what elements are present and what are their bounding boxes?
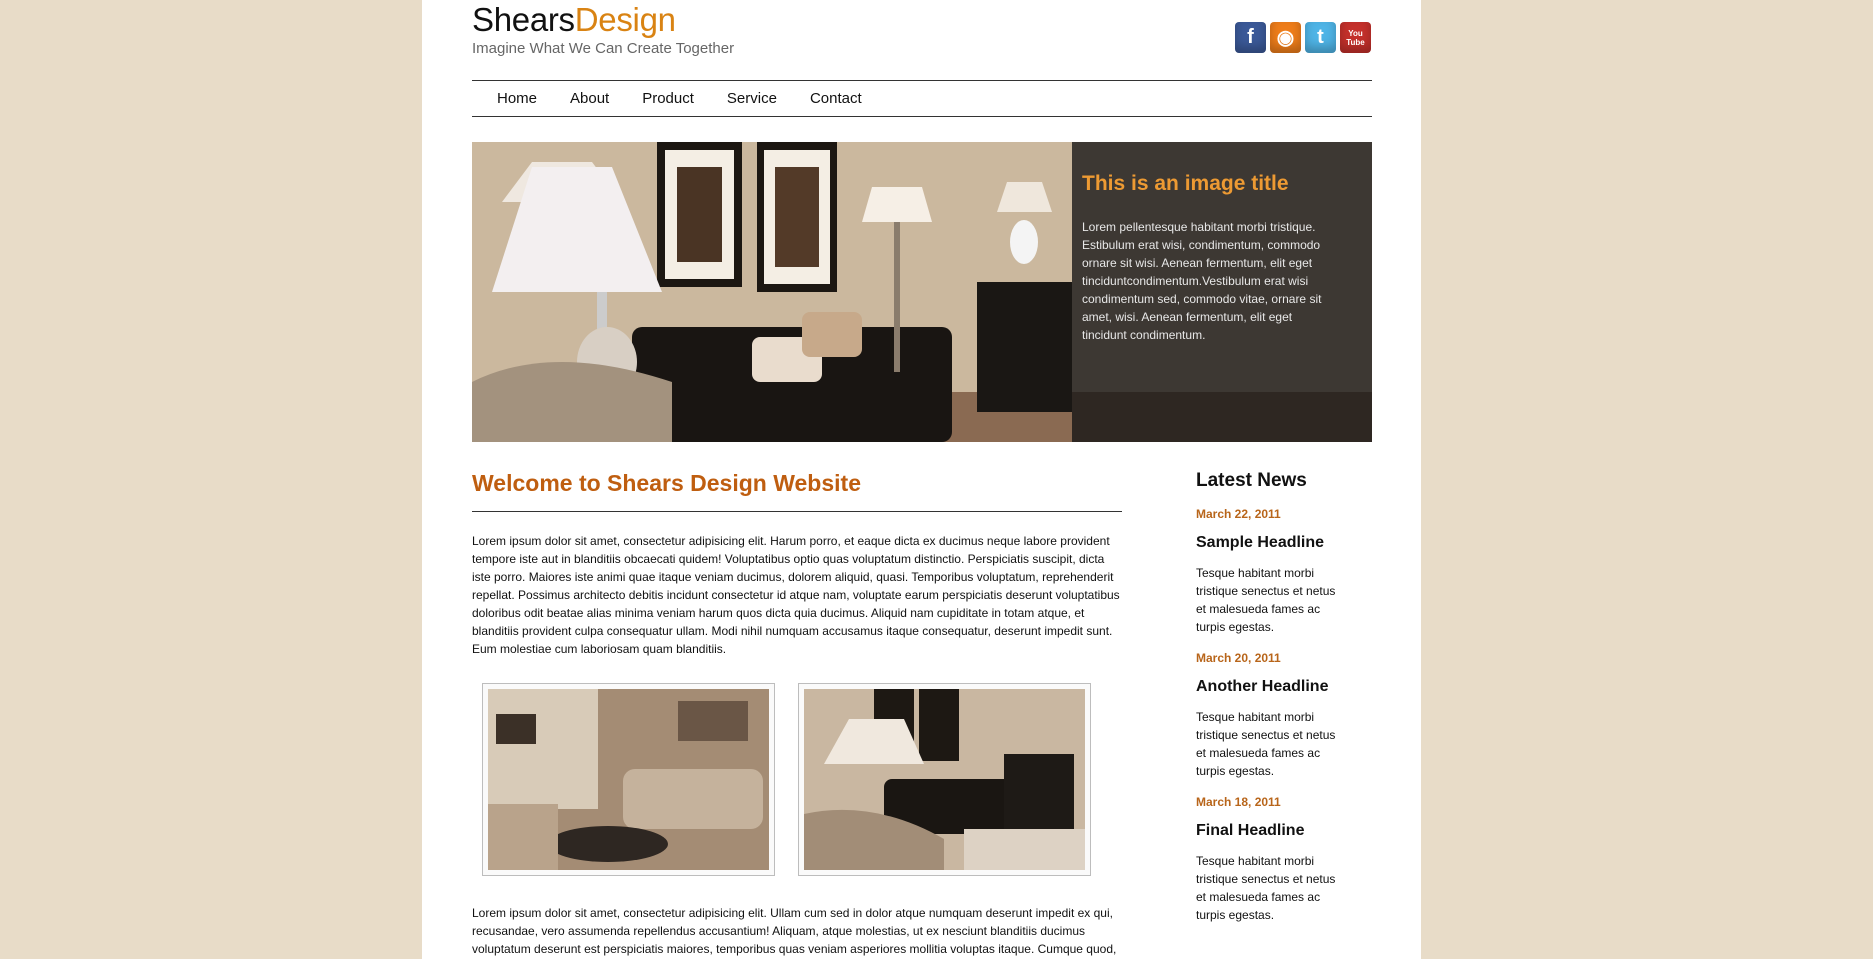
social-links: f ◉ t You Tube bbox=[1235, 22, 1371, 53]
hero-text: Lorem pellentesque habitant morbi tristi… bbox=[1082, 220, 1322, 342]
logo-text-primary: Shears bbox=[472, 1, 575, 38]
nav-product[interactable]: Product bbox=[642, 90, 694, 107]
gallery-image-1[interactable] bbox=[482, 683, 775, 876]
news-headline[interactable]: Final Headline bbox=[1196, 822, 1376, 840]
news-headline[interactable]: Sample Headline bbox=[1196, 534, 1376, 552]
nav-service[interactable]: Service bbox=[727, 90, 777, 107]
site-tagline: Imagine What We Can Create Together bbox=[472, 40, 735, 57]
intro-paragraph: Lorem ipsum dolor sit amet, consectetur … bbox=[472, 534, 1120, 656]
news-summary: Tesque habitant morbi tristique senectus… bbox=[1196, 710, 1336, 778]
page-container: ShearsDesign Imagine What We Can Create … bbox=[422, 0, 1421, 959]
living-room-sepia-photo bbox=[488, 689, 769, 870]
rss-icon[interactable]: ◉ bbox=[1270, 22, 1301, 53]
gallery-image-2[interactable] bbox=[798, 683, 1091, 876]
news-headline[interactable]: Another Headline bbox=[1196, 678, 1376, 696]
hero-caption: This is an image title Lorem pellentesqu… bbox=[1072, 142, 1372, 442]
page-heading: Welcome to Shears Design Website bbox=[472, 470, 861, 496]
news-date: March 22, 2011 bbox=[1196, 507, 1281, 521]
logo-text-accent: Design bbox=[574, 1, 676, 38]
latest-news-sidebar: Latest News March 22, 2011 Sample Headli… bbox=[1196, 470, 1376, 939]
heading-divider bbox=[472, 511, 1122, 512]
news-date: March 18, 2011 bbox=[1196, 795, 1281, 809]
nav-contact[interactable]: Contact bbox=[810, 90, 862, 107]
site-logo[interactable]: ShearsDesign bbox=[472, 0, 676, 40]
news-summary: Tesque habitant morbi tristique senectus… bbox=[1196, 854, 1336, 922]
facebook-icon[interactable]: f bbox=[1235, 22, 1266, 53]
hero-title: This is an image title bbox=[1082, 172, 1289, 195]
secondary-paragraph: Lorem ipsum dolor sit amet, consectetur … bbox=[472, 906, 1117, 956]
nav-about[interactable]: About bbox=[570, 90, 609, 107]
nav-home[interactable]: Home bbox=[497, 90, 537, 107]
news-date: March 20, 2011 bbox=[1196, 651, 1281, 665]
hero-banner: This is an image title Lorem pellentesqu… bbox=[472, 142, 1372, 442]
twitter-icon[interactable]: t bbox=[1305, 22, 1336, 53]
news-summary: Tesque habitant morbi tristique senectus… bbox=[1196, 566, 1336, 634]
youtube-icon[interactable]: You Tube bbox=[1340, 22, 1371, 53]
sidebar-title: Latest News bbox=[1196, 470, 1307, 491]
main-navigation: Home About Product Service Contact bbox=[472, 80, 1372, 117]
sofa-room-sepia-photo bbox=[804, 689, 1085, 870]
